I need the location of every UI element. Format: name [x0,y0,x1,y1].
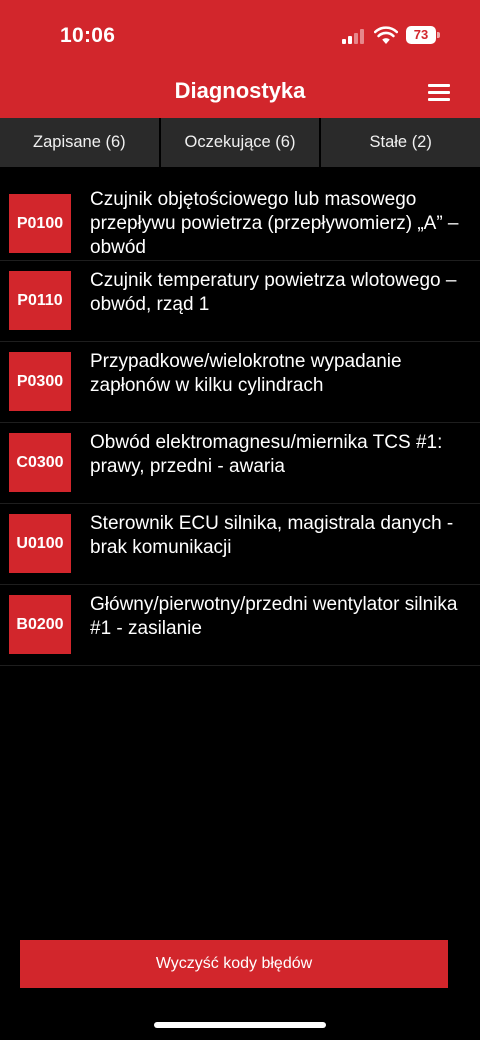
trouble-code-badge: B0200 [9,595,71,654]
trouble-code-row[interactable]: P0110 Czujnik temperatury powietrza wlot… [0,261,480,342]
tab-saved[interactable]: Zapisane (6) [0,118,161,167]
trouble-code-row[interactable]: P0100 Czujnik objętościowego lub masoweg… [0,180,480,261]
trouble-code-row[interactable]: C0300 Obwód elektromagnesu/miernika TCS … [0,423,480,504]
trouble-code-description: Sterownik ECU silnika, magistrala danych… [90,513,454,558]
hamburger-menu-icon[interactable] [424,80,452,104]
trouble-code-badge: U0100 [9,514,71,573]
tab-permanent[interactable]: Stałe (2) [321,118,480,167]
trouble-code-list: P0100 Czujnik objętościowego lub masoweg… [0,180,480,666]
status-bar: 10:06 73 [0,0,480,66]
wifi-icon [374,26,398,44]
trouble-code-description: Czujnik temperatury powietrza wlotowego … [90,270,457,315]
trouble-code-description: Obwód elektromagnesu/miernika TCS #1: pr… [90,432,443,477]
app-screen: 10:06 73 Diagnostyka Zapisane (6) Oczeku… [0,0,480,1040]
battery-level: 73 [406,26,436,44]
page-title: Diagnostyka [174,78,306,103]
trouble-code-row[interactable]: B0200 Główny/pierwotny/przedni wentylato… [0,585,480,666]
tab-bar: Zapisane (6) Oczekujące (6) Stałe (2) [0,118,480,168]
home-indicator[interactable] [154,1022,326,1028]
trouble-code-badge: P0300 [9,352,71,411]
trouble-code-badge: P0110 [9,271,71,330]
trouble-code-row[interactable]: P0300 Przypadkowe/wielokrotne wypadanie … [0,342,480,423]
app-header: 10:06 73 Diagnostyka [0,0,480,118]
trouble-code-description: Czujnik objętościowego lub masowego prze… [90,189,459,258]
trouble-code-badge: C0300 [9,433,71,492]
status-time: 10:06 [60,24,116,47]
battery-icon: 73 [406,26,440,44]
trouble-code-description: Przypadkowe/wielokrotne wypadanie zapłon… [90,351,402,396]
cellular-signal-icon [342,29,368,44]
trouble-code-badge: P0100 [9,194,71,253]
clear-codes-button[interactable]: Wyczyść kody błędów [20,940,448,988]
trouble-code-description: Główny/pierwotny/przedni wentylator siln… [90,594,458,639]
tab-pending[interactable]: Oczekujące (6) [161,118,322,167]
trouble-code-row[interactable]: U0100 Sterownik ECU silnika, magistrala … [0,504,480,585]
